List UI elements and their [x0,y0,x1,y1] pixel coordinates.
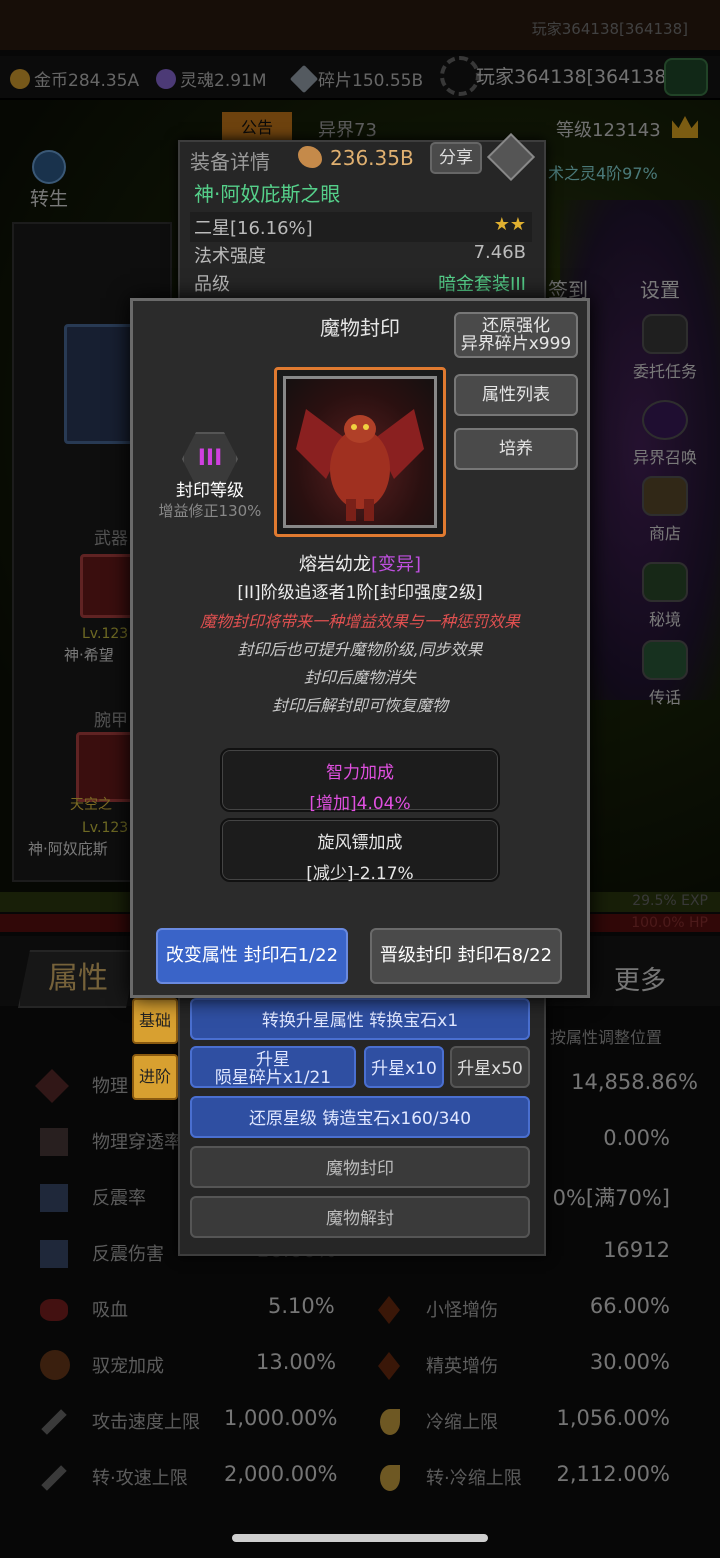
tag-advanced[interactable]: 进阶 [132,1054,178,1100]
buff-effect-title: 智力加成 [326,763,394,783]
restore-enhance-label: 还原强化 [482,316,550,336]
debuff-effect-title: 旋风镖加成 [317,833,403,853]
star-up-cost: 陨星碎片x1/21 [214,1068,332,1088]
buff-effect-value: [增加]4.04% [309,794,411,814]
monster-unseal-button[interactable]: 魔物解封 [190,1196,530,1238]
tag-basic[interactable]: 基础 [132,998,178,1044]
stat-label: 法术强度 [194,246,266,267]
grade-row: 品级 暗金套装III [190,268,532,298]
star-up-button[interactable]: 升星 陨星碎片x1/21 [190,1046,356,1088]
debuff-effect-value: [减少]-2.17% [306,864,414,884]
restore-enhance-cost: 异界碎片x999 [460,334,572,354]
star-up-x50-button[interactable]: 升星x50 [450,1046,530,1088]
seal-description: 封印后解封即可恢复魔物 [271,696,448,715]
convert-star-attr-button[interactable]: 转换升星属性 转换宝石x1 [190,998,530,1040]
change-attribute-button[interactable]: 改变属性 封印石1/22 [156,928,348,984]
star-row: 二星[16.16%] ★★ [190,212,532,242]
home-indicator[interactable] [232,1534,488,1542]
grade-label: 品级 [194,274,230,295]
monster-seal-button[interactable]: 魔物封印 [190,1146,530,1188]
restore-star-button[interactable]: 还原星级 铸造宝石x160/340 [190,1096,530,1138]
monster-portrait-frame[interactable] [274,367,446,537]
equipment-power: 236.35B [330,146,414,170]
star-level: 二星[16.16%] [194,218,313,239]
seal-description: 封印后也可提升魔物阶级,同步效果 [237,640,483,659]
attribute-list-button[interactable]: 属性列表 [454,374,578,416]
train-button[interactable]: 培养 [454,428,578,470]
grade-value: 暗金套装III [438,274,526,295]
equipment-info: 二星[16.16%] ★★ 法术强度 7.46B 品级 暗金套装III [190,208,532,296]
upgrade-seal-button[interactable]: 晋级封印 封印石8/22 [370,928,562,984]
monster-name-line: 熔岩幼龙[变异] [130,550,590,576]
monster-name: 熔岩幼龙 [298,554,371,575]
stat-value: 7.46B [473,242,526,263]
debuff-effect-box: 旋风镖加成 [减少]-2.17% [220,818,500,884]
equipment-detail-title: 装备详情 [190,150,270,174]
seal-description-warning: 魔物封印将带来一种增益效果与一种惩罚效果 [199,612,520,631]
seal-bonus: 增益修正130% [158,502,262,520]
star-icons: ★★ [493,214,526,235]
monster-portrait [283,376,437,528]
equipment-name: 神·阿奴庇斯之眼 [194,182,341,206]
seal-description: 封印后魔物消失 [303,668,416,687]
restore-enhance-button[interactable]: 还原强化 异界碎片x999 [454,312,578,358]
star-up-label: 升星 [256,1050,290,1070]
monster-rank: [II]阶级追逐者1阶[封印强度2级] [237,583,483,603]
star-up-x10-button[interactable]: 升星x10 [364,1046,444,1088]
dragon-icon [296,409,424,521]
monster-variant-tag: [变异] [370,554,422,575]
buff-effect-box: 智力加成 [增加]4.04% [220,748,500,814]
share-button[interactable]: 分享 [430,142,482,174]
seal-level-label: 封印等级 [176,481,244,501]
stat-row: 法术强度 7.46B [190,240,532,270]
